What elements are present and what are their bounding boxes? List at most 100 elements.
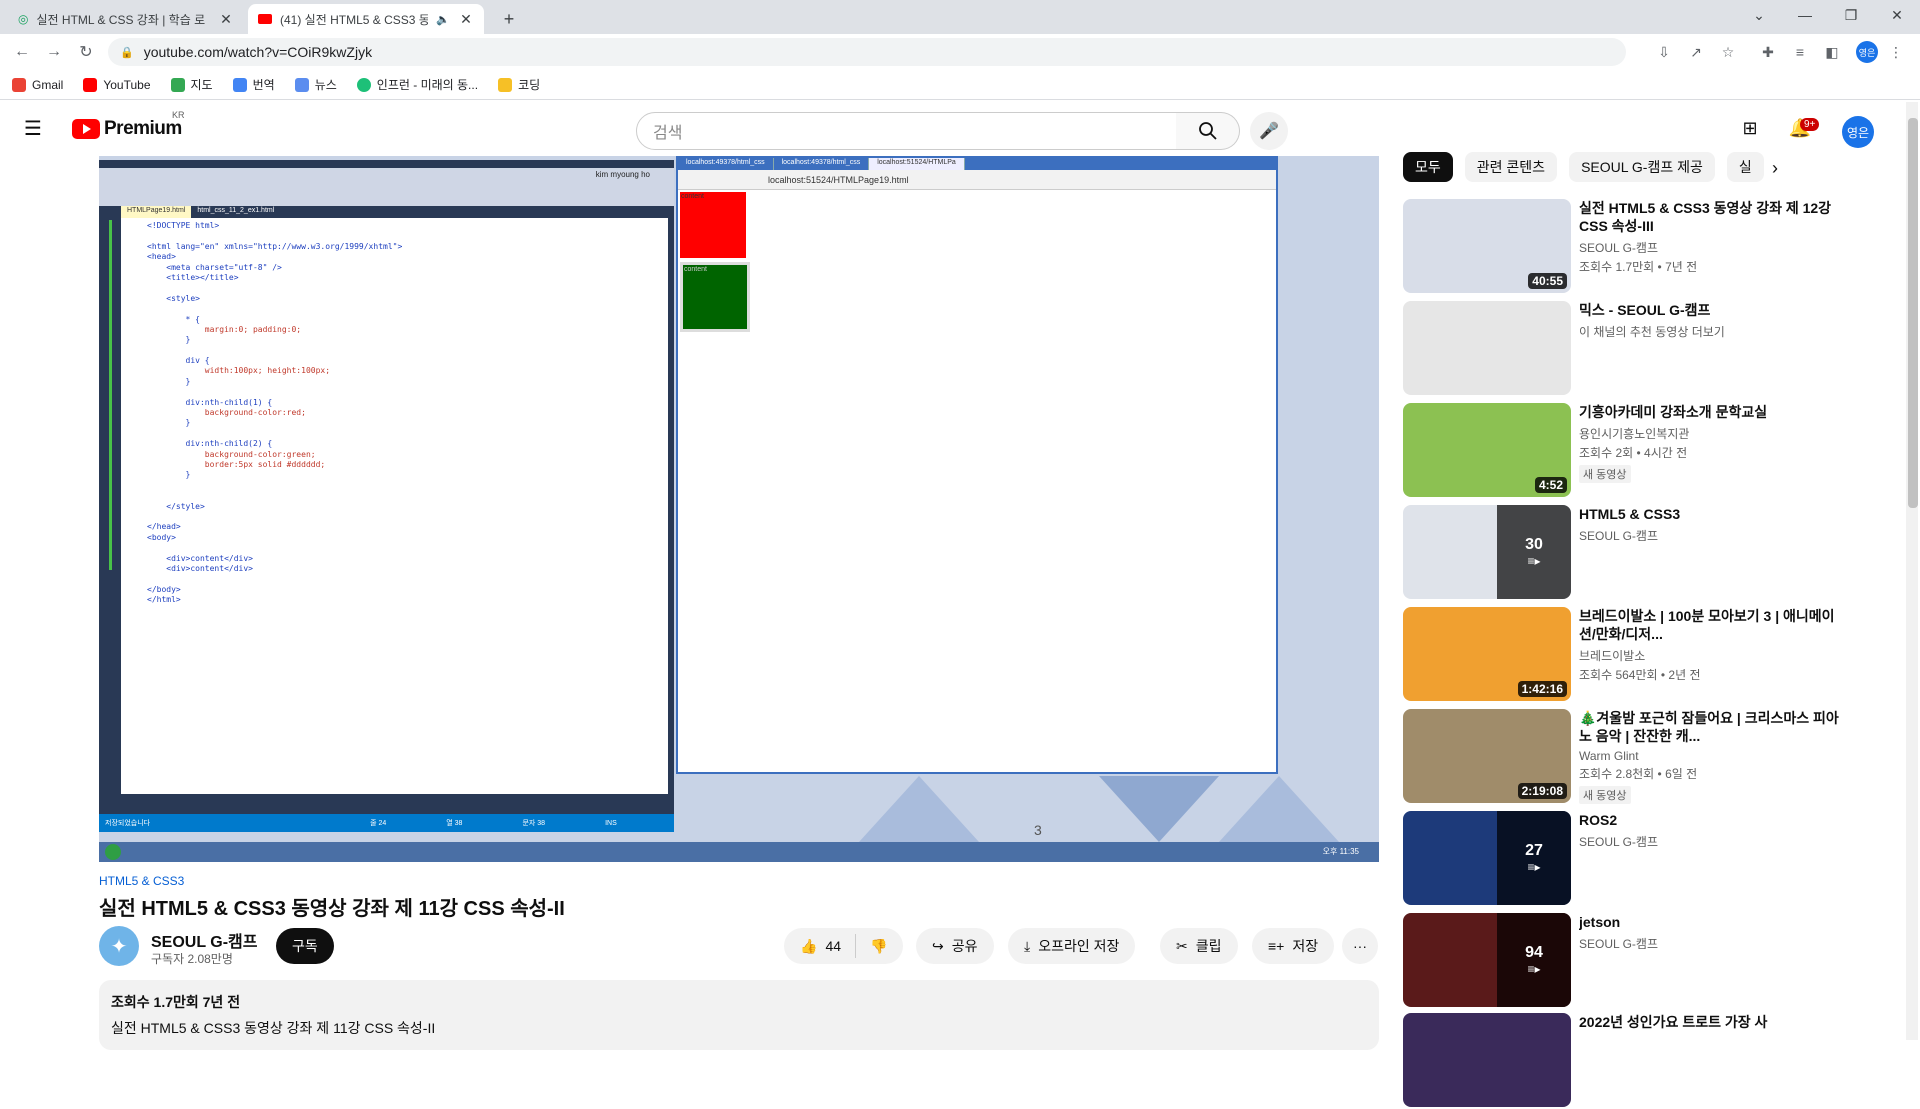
video-hashtag[interactable]: HTML5 & CSS3	[99, 874, 184, 888]
video-thumbnail[interactable]: 4:52	[1403, 403, 1571, 497]
user-avatar[interactable]: 영은	[1842, 116, 1874, 148]
bookmark-maps[interactable]: 지도	[170, 76, 213, 93]
bookmark-news[interactable]: 뉴스	[294, 76, 337, 93]
clip-button[interactable]: ✂ 클립	[1160, 928, 1238, 964]
recommendation-channel[interactable]: SEOUL G-캠프	[1579, 833, 1843, 850]
thumbs-down-icon[interactable]: 👎	[870, 938, 887, 955]
duration-badge: 40:55	[1528, 273, 1567, 289]
hamburger-menu-icon[interactable]: ☰	[24, 116, 48, 140]
recommendation-title[interactable]: 실전 HTML5 & CSS3 동영상 강좌 제 12강 CSS 속성-III	[1579, 199, 1843, 235]
video-thumbnail[interactable]: 40:55	[1403, 199, 1571, 293]
new-tab-button[interactable]: +	[496, 6, 522, 32]
bookmark-folder-coding[interactable]: 코딩	[498, 76, 540, 93]
share-icon[interactable]: ↗	[1686, 42, 1706, 62]
code-line: div:nth-child(1) {	[147, 397, 273, 407]
address-bar[interactable]: 🔒 youtube.com/watch?v=COiR9kwZjyk	[108, 38, 1626, 66]
media-control-icon[interactable]: ≡	[1790, 42, 1810, 62]
recommendation-channel[interactable]: SEOUL G-캠프	[1579, 239, 1843, 256]
share-arrow-icon: ↪	[932, 937, 944, 954]
save-button[interactable]: ≡+ 저장	[1252, 928, 1335, 964]
recommendation-channel[interactable]: 용인시기흥노인복지관	[1579, 425, 1843, 442]
recommendation-title[interactable]: 믹스 - SEOUL G-캠프	[1579, 301, 1843, 319]
scrollbar-thumb[interactable]	[1908, 118, 1918, 508]
minimize-icon[interactable]: —	[1782, 0, 1828, 30]
recommendation-item[interactable]: 30 ≡▸ HTML5 & CSS3 SEOUL G-캠프	[1403, 505, 1843, 601]
side-panel-icon[interactable]: ◧	[1822, 42, 1842, 62]
search-input[interactable]: 검색	[636, 112, 1177, 150]
recommendation-item[interactable]: 27 ≡▸ ROS2 SEOUL G-캠프	[1403, 811, 1843, 907]
profile-avatar[interactable]: 영은	[1856, 41, 1878, 63]
close-window-icon[interactable]: ✕	[1874, 0, 1920, 30]
chip-more[interactable]: 실	[1726, 152, 1764, 182]
download-button[interactable]: ⤓ 오프라인 저장	[1008, 928, 1136, 964]
video-thumbnail[interactable]	[1403, 301, 1571, 395]
close-tab-icon[interactable]: ✕	[218, 11, 234, 28]
voice-search-mic-icon[interactable]: 🎤	[1250, 112, 1288, 150]
bookmark-youtube[interactable]: YouTube	[83, 77, 151, 92]
duration-badge: 2:19:08	[1517, 783, 1567, 799]
recommendation-title[interactable]: ROS2	[1579, 811, 1843, 829]
install-icon[interactable]: ⇩	[1654, 42, 1674, 62]
recommendation-item[interactable]: 2022년 성인가요 트로트 가장 사	[1403, 1013, 1843, 1109]
reload-icon[interactable]: ↻	[74, 40, 98, 64]
chevron-right-icon[interactable]: ›	[1772, 158, 1778, 179]
tab-search-icon[interactable]: ⌄	[1736, 0, 1782, 30]
recommendation-title[interactable]: 기흥아카데미 강좌소개 문학교실	[1579, 403, 1843, 421]
playlist-icon: ≡▸	[1527, 860, 1541, 874]
bookmark-inflearn[interactable]: 인프런 - 미래의 동...	[356, 76, 478, 93]
like-button[interactable]: 👍 44 👎	[784, 928, 904, 964]
more-actions-button[interactable]: ···	[1342, 928, 1378, 964]
speaker-icon[interactable]: 🔈	[436, 13, 450, 26]
recommendation-item[interactable]: 4:52 기흥아카데미 강좌소개 문학교실 용인시기흥노인복지관 조회수 2회 • 4…	[1403, 403, 1843, 499]
video-thumbnail[interactable]: 2:19:08	[1403, 709, 1571, 803]
chip-channel[interactable]: SEOUL G-캠프 제공	[1569, 152, 1715, 182]
forward-icon[interactable]: →	[42, 40, 66, 64]
recommendation-channel[interactable]: 이 채널의 추천 동영상 더보기	[1579, 323, 1843, 340]
share-button[interactable]: ↪ 공유	[916, 928, 994, 964]
recommendation-item[interactable]: 1:42:16 브레드이발소 | 100분 모아보기 3 | 애니메이션/만화/디…	[1403, 607, 1843, 703]
recommendation-item[interactable]: 2:19:08 🎄겨울밤 포근히 잠들어요 | 크리스마스 피아노 음악 | 잔잔…	[1403, 709, 1843, 805]
youtube-premium-logo[interactable]: Premium KR	[72, 110, 185, 140]
recommendation-channel[interactable]: SEOUL G-캠프	[1579, 527, 1843, 544]
recommendation-channel[interactable]: SEOUL G-캠프	[1579, 935, 1843, 952]
recommendation-title[interactable]: 🎄겨울밤 포근히 잠들어요 | 크리스마스 피아노 음악 | 잔잔한 캐...	[1579, 709, 1843, 745]
recommendation-channel[interactable]: Warm Glint	[1579, 749, 1843, 763]
bookmark-star-icon[interactable]: ☆	[1718, 42, 1738, 62]
recommendation-title[interactable]: HTML5 & CSS3	[1579, 505, 1843, 523]
more-menu-icon[interactable]: ⋮	[1886, 42, 1906, 62]
recommendation-item[interactable]: 94 ≡▸ jetson SEOUL G-캠프	[1403, 913, 1843, 1009]
chip-related[interactable]: 관련 콘텐츠	[1464, 152, 1558, 182]
create-video-icon[interactable]: ⊞	[1738, 116, 1762, 140]
code-line: <body>	[147, 532, 176, 542]
chip-all[interactable]: 모두	[1403, 152, 1453, 182]
browser-tab-1[interactable]: ◎ 실전 HTML & CSS 강좌 | 학습 로 ✕	[8, 4, 244, 34]
recommendation-item[interactable]: 40:55 실전 HTML5 & CSS3 동영상 강좌 제 12강 CSS 속성…	[1403, 199, 1843, 295]
recommendation-title[interactable]: jetson	[1579, 913, 1843, 931]
channel-avatar[interactable]: ✦	[99, 926, 139, 966]
recommendation-channel[interactable]: 브레드이발소	[1579, 647, 1843, 664]
recommendation-item[interactable]: 믹스 - SEOUL G-캠프이 채널의 추천 동영상 더보기	[1403, 301, 1843, 397]
restore-icon[interactable]: ❐	[1828, 0, 1874, 30]
back-icon[interactable]: ←	[10, 40, 34, 64]
video-thumbnail[interactable]: 1:42:16	[1403, 607, 1571, 701]
video-thumbnail[interactable]: 27 ≡▸	[1403, 811, 1571, 905]
video-thumbnail[interactable]	[1403, 1013, 1571, 1107]
video-thumbnail[interactable]: 94 ≡▸	[1403, 913, 1571, 1007]
browser-tab-2[interactable]: (41) 실전 HTML5 & CSS3 동 🔈 ✕	[248, 4, 484, 34]
extensions-icon[interactable]: ✚	[1758, 42, 1778, 62]
video-thumbnail[interactable]: 30 ≡▸	[1403, 505, 1571, 599]
close-tab-icon[interactable]: ✕	[458, 11, 474, 28]
bookmark-gmail[interactable]: Gmail	[12, 77, 63, 92]
code-line: background-color:green;	[147, 449, 316, 459]
code-line: <!DOCTYPE html>	[147, 221, 220, 230]
video-player[interactable]: kim myoung ho HTMLPage19.html html_css_1…	[99, 156, 1379, 862]
channel-name[interactable]: SEOUL G-캠프	[151, 928, 258, 952]
subscribe-button[interactable]: 구독	[276, 928, 334, 964]
windows-start-icon	[105, 844, 121, 860]
recommendation-title[interactable]: 2022년 성인가요 트로트 가장 사	[1579, 1013, 1843, 1031]
recommendation-title[interactable]: 브레드이발소 | 100분 모아보기 3 | 애니메이션/만화/디저...	[1579, 607, 1843, 643]
bookmark-translate[interactable]: 번역	[232, 76, 275, 93]
search-button[interactable]	[1176, 112, 1240, 150]
